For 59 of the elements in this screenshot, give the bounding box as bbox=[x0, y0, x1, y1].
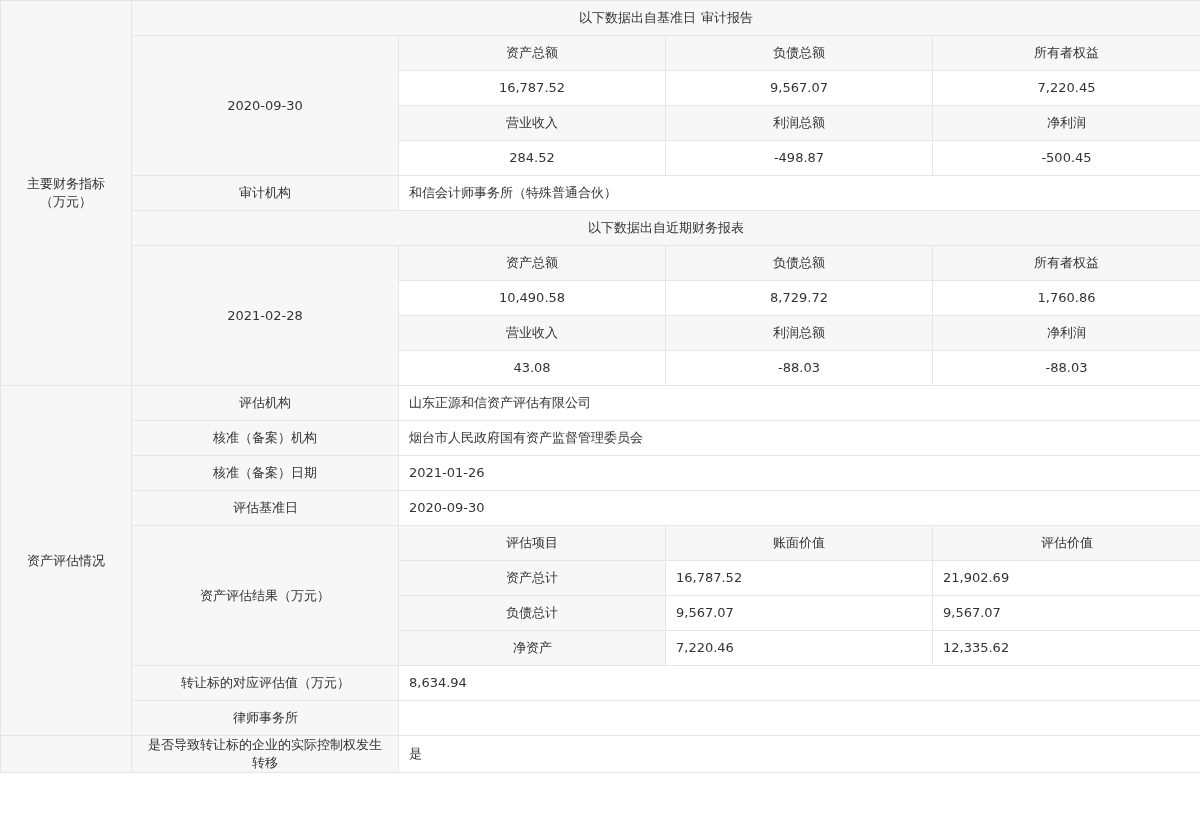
row-label: 资产评估结果（万元） bbox=[131, 525, 399, 666]
row-label: 评估机构 bbox=[131, 385, 399, 421]
table-cell: -500.45 bbox=[932, 140, 1200, 176]
table-cell: 284.52 bbox=[398, 140, 666, 176]
table-cell: 43.08 bbox=[398, 350, 666, 386]
column-header: 利润总额 bbox=[665, 315, 933, 351]
column-header: 净利润 bbox=[932, 315, 1200, 351]
column-header: 净利润 bbox=[932, 105, 1200, 141]
table-cell: 16,787.52 bbox=[398, 70, 666, 106]
table-cell: 9,567.07 bbox=[665, 595, 933, 631]
item-label: 资产总计 bbox=[398, 560, 666, 596]
column-header: 营业收入 bbox=[398, 105, 666, 141]
table-cell: 16,787.52 bbox=[665, 560, 933, 596]
field-value: 是 bbox=[398, 735, 1200, 773]
field-value: 2020-09-30 bbox=[398, 490, 1200, 526]
unit-text: （万元） bbox=[39, 193, 93, 211]
section-label-text: 资产评估情况 bbox=[26, 551, 106, 570]
table-cell: 7,220.45 bbox=[932, 70, 1200, 106]
table-cell: 10,490.58 bbox=[398, 280, 666, 316]
row-label: 核准（备案）机构 bbox=[131, 420, 399, 456]
column-header: 评估项目 bbox=[398, 525, 666, 561]
table-cell: -498.87 bbox=[665, 140, 933, 176]
item-label: 负债总计 bbox=[398, 595, 666, 631]
section-title: 以下数据出自近期财务报表 bbox=[131, 210, 1200, 246]
column-header: 资产总额 bbox=[398, 35, 666, 71]
row-label: 审计机构 bbox=[131, 175, 399, 211]
row-label: 评估基准日 bbox=[131, 490, 399, 526]
table-cell: 12,335.62 bbox=[932, 630, 1200, 666]
field-value: 烟台市人民政府国有资产监督管理委员会 bbox=[398, 420, 1200, 456]
row-label: 核准（备案）日期 bbox=[131, 455, 399, 491]
section-title: 以下数据出自基准日 审计报告 bbox=[131, 0, 1200, 36]
column-header: 负债总额 bbox=[665, 35, 933, 71]
table-cell: 8,729.72 bbox=[665, 280, 933, 316]
column-header: 资产总额 bbox=[398, 245, 666, 281]
row-label: 律师事务所 bbox=[131, 700, 399, 736]
column-header: 利润总额 bbox=[665, 105, 933, 141]
table-cell: -88.03 bbox=[665, 350, 933, 386]
column-header: 营业收入 bbox=[398, 315, 666, 351]
table-cell: 9,567.07 bbox=[665, 70, 933, 106]
row-label: 转让标的对应评估值（万元） bbox=[131, 665, 399, 701]
field-value: 8,634.94 bbox=[398, 665, 1200, 701]
table-cell: -88.03 bbox=[932, 350, 1200, 386]
item-label: 净资产 bbox=[398, 630, 666, 666]
date-label: 2020-09-30 bbox=[131, 35, 399, 176]
column-header: 负债总额 bbox=[665, 245, 933, 281]
column-header: 所有者权益 bbox=[932, 245, 1200, 281]
column-header: 账面价值 bbox=[665, 525, 933, 561]
column-header: 所有者权益 bbox=[932, 35, 1200, 71]
field-value: 2021-01-26 bbox=[398, 455, 1200, 491]
section-label-text: 主要财务指标 bbox=[26, 175, 106, 193]
field-value: 山东正源和信资产评估有限公司 bbox=[398, 385, 1200, 421]
table-cell: 21,902.69 bbox=[932, 560, 1200, 596]
field-value: 和信会计师事务所（特殊普通合伙） bbox=[398, 175, 1200, 211]
table-cell: 7,220.46 bbox=[665, 630, 933, 666]
date-label: 2021-02-28 bbox=[131, 245, 399, 386]
column-header: 评估价值 bbox=[932, 525, 1200, 561]
table-cell: 9,567.07 bbox=[932, 595, 1200, 631]
table-cell: 1,760.86 bbox=[932, 280, 1200, 316]
row-label: 是否导致转让标的企业的实际控制权发生转移 bbox=[131, 735, 399, 773]
